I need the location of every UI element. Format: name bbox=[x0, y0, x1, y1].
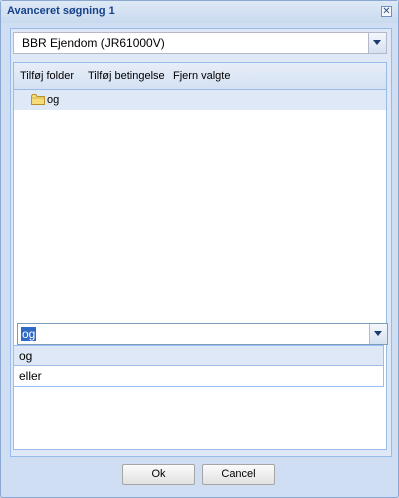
chevron-down-icon bbox=[374, 331, 382, 336]
dialog-body: BBR Ejendom (JR61000V) Tilføj folder Til… bbox=[10, 28, 392, 457]
operator-select-value: og bbox=[21, 327, 37, 341]
dialog-titlebar[interactable]: Avanceret søgning 1 ✕ bbox=[1, 1, 398, 23]
operator-select[interactable]: og bbox=[17, 323, 388, 345]
dropdown-option-og[interactable]: og bbox=[14, 346, 383, 366]
ok-button[interactable]: Ok bbox=[122, 464, 195, 485]
chevron-down-icon bbox=[373, 40, 381, 45]
close-icon[interactable]: ✕ bbox=[381, 6, 392, 17]
layer-select[interactable]: BBR Ejendom (JR61000V) bbox=[13, 32, 387, 54]
layer-select-value: BBR Ejendom (JR61000V) bbox=[22, 36, 165, 50]
dialog-footer: Ok Cancel bbox=[1, 460, 398, 497]
remove-selected-button[interactable]: Fjern valgte bbox=[173, 70, 230, 82]
folder-icon bbox=[31, 94, 45, 105]
tree-node-label: og bbox=[47, 94, 60, 106]
advanced-search-dialog: Avanceret søgning 1 ✕ BBR Ejendom (JR610… bbox=[0, 0, 399, 498]
dropdown-option-eller[interactable]: eller bbox=[14, 366, 383, 386]
cancel-button[interactable]: Cancel bbox=[202, 464, 275, 485]
layer-select-trigger[interactable] bbox=[368, 33, 386, 53]
add-folder-button[interactable]: Tilføj folder bbox=[20, 70, 74, 82]
add-condition-button[interactable]: Tilføj betingelse bbox=[88, 70, 165, 82]
tree-node-folder[interactable]: og bbox=[14, 90, 386, 110]
query-panel: Tilføj folder Tilføj betingelse Fjern va… bbox=[13, 62, 388, 450]
dialog-title: Avanceret søgning 1 bbox=[7, 5, 115, 17]
operator-dropdown-list: og eller bbox=[13, 345, 384, 387]
query-toolbar: Tilføj folder Tilføj betingelse Fjern va… bbox=[14, 63, 386, 90]
operator-select-trigger[interactable] bbox=[369, 324, 387, 344]
